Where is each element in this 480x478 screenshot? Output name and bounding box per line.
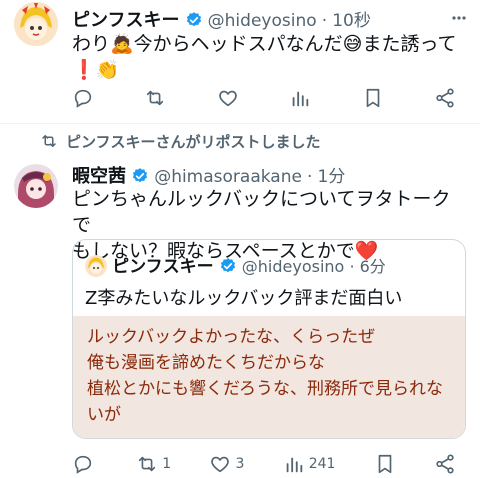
quote-media-line: 植松とかにも響くだろうな、刑務所で見られな — [87, 379, 443, 399]
quote-avatar[interactable] — [85, 255, 107, 277]
verified-badge-icon — [185, 11, 203, 29]
tweet-text-line: ピンちゃんルックバックについてヲタトークで — [72, 188, 451, 236]
heart-icon — [211, 456, 230, 473]
bookmark-button[interactable] — [362, 87, 384, 109]
views-button[interactable]: 241 — [283, 453, 336, 475]
avatar[interactable] — [14, 164, 58, 208]
tweet-2[interactable]: 暇空茜 @himasoraakane · 1分 ピンちゃんルックバックについてヲ… — [0, 156, 480, 478]
repost-text: ピンフスキーさんがリポストしました — [66, 132, 321, 151]
reply-icon — [74, 455, 92, 474]
repost-icon — [42, 135, 56, 147]
action-bar — [72, 86, 456, 110]
quote-header: ピンフスキー @hideyosino · 6分 — [85, 252, 386, 277]
author-name[interactable]: ピンフスキー — [72, 10, 179, 31]
verified-badge-icon — [219, 257, 237, 275]
share-button[interactable] — [434, 453, 456, 475]
quote-media-line: ルックバックよかったな、くらったぜ — [87, 327, 376, 347]
retweet-button[interactable] — [144, 87, 166, 109]
more-options-icon[interactable] — [452, 10, 466, 29]
quote-media-line: 俺も漫画を諦めたくちだからな — [87, 353, 325, 373]
views-chart-icon — [292, 91, 309, 107]
author-handle[interactable]: @himasoraakane — [154, 167, 302, 187]
author-name[interactable]: 暇空茜 — [72, 166, 126, 187]
quote-author-handle: @hideyosino — [241, 257, 345, 276]
tweet-1[interactable]: ピンフスキー @hideyosino · 10秒 わり🙇今からヘッドスパなんだ😅… — [0, 0, 480, 118]
view-count: 241 — [308, 456, 336, 472]
bookmark-button[interactable] — [374, 453, 396, 475]
quote-media[interactable]: ルックバックよかったな、くらったぜ 俺も漫画を諦めたくちだからな 植松とかにも響… — [73, 316, 465, 438]
share-icon — [436, 88, 454, 108]
heart-icon — [218, 90, 237, 107]
separator-dot: · — [307, 167, 313, 187]
avatar-image — [14, 2, 58, 46]
retweet-button[interactable]: 1 — [136, 453, 171, 475]
bookmark-icon — [378, 454, 392, 474]
action-bar: 1 3 241 — [72, 452, 456, 476]
quote-text: Z李みたいなルックバック評まだ面白い — [85, 288, 403, 309]
repost-banner[interactable]: ピンフスキーさんがリポストしました — [40, 130, 321, 152]
reply-icon — [74, 89, 92, 108]
quoted-tweet[interactable]: ピンフスキー @hideyosino · 6分 Z李みたいなルックバック評まだ面… — [72, 239, 466, 439]
quote-author-name[interactable]: ピンフスキー — [112, 257, 214, 277]
retweet-icon — [147, 90, 164, 106]
separator-dot: · — [349, 257, 355, 276]
avatar-image — [85, 255, 107, 277]
author-handle[interactable]: @hideyosino — [208, 11, 317, 31]
timestamp[interactable]: 10秒 — [332, 11, 371, 31]
retweet-count: 1 — [162, 456, 172, 472]
tweet-text-line: わり🙇今からヘッドスパなんだ😅また誘って — [72, 33, 457, 55]
share-button[interactable] — [434, 87, 456, 109]
like-button[interactable] — [217, 87, 239, 109]
quote-media-line: いが — [87, 405, 121, 425]
reply-button[interactable] — [72, 453, 98, 475]
views-chart-icon — [286, 457, 302, 473]
like-count: 3 — [235, 456, 245, 472]
bookmark-icon — [366, 88, 379, 108]
avatar[interactable] — [14, 2, 58, 46]
tweet-text-line: ❗👏 — [72, 59, 120, 81]
separator-dot: · — [321, 11, 328, 31]
verified-badge-icon — [131, 167, 149, 185]
share-icon — [436, 454, 454, 474]
avatar-image — [14, 164, 58, 208]
quote-timestamp: 6分 — [359, 257, 386, 276]
timestamp[interactable]: 1分 — [318, 167, 346, 187]
retweet-icon — [139, 456, 156, 472]
views-button[interactable] — [289, 87, 311, 109]
like-button[interactable]: 3 — [209, 453, 244, 475]
reply-button[interactable] — [72, 87, 94, 109]
divider — [0, 123, 480, 124]
